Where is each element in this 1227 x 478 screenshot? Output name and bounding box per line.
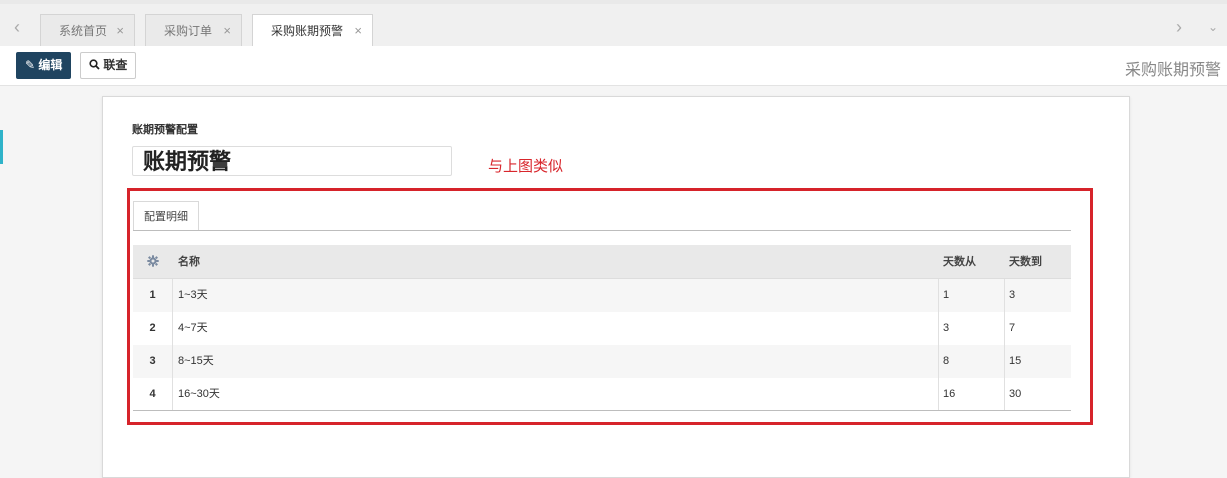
tab-label: 系统首页 <box>59 24 108 38</box>
table-row[interactable]: 3 8~15天 8 15 <box>133 345 1071 378</box>
chevron-right-icon[interactable]: › <box>1176 18 1182 36</box>
tab-label: 采购订单 <box>164 24 213 38</box>
column-header-days-from[interactable]: 天数从 <box>939 245 1005 278</box>
tab-label: 采购账期预警 <box>271 24 344 38</box>
query-button[interactable]: 联查 <box>80 52 137 79</box>
tab-purchase-order[interactable]: 采购订单 × <box>145 14 242 46</box>
edit-button[interactable]: ✎ 编辑 <box>16 52 72 79</box>
query-button-label: 联查 <box>103 58 128 72</box>
cell-days-to[interactable]: 3 <box>1005 279 1071 312</box>
table-row[interactable]: 4 16~30天 16 30 <box>133 378 1071 411</box>
edit-button-label: 编辑 <box>38 58 63 72</box>
column-header-name[interactable]: 名称 <box>173 245 939 278</box>
form-card: 账期预警配置 账期预警 与上图类似 配置明细 名称 天数从 天数到 1 1~3天… <box>102 96 1130 478</box>
close-icon[interactable]: × <box>223 15 231 47</box>
tab-bar: ‹ 系统首页 × 采购订单 × 采购账期预警 × › ⌄ <box>0 0 1227 47</box>
name-field[interactable]: 账期预警 <box>132 146 452 176</box>
cell-days-from[interactable]: 16 <box>939 378 1005 410</box>
close-icon[interactable]: × <box>116 15 124 47</box>
cell-name[interactable]: 16~30天 <box>173 378 939 410</box>
tab-config-detail[interactable]: 配置明细 <box>133 201 199 231</box>
cell-name[interactable]: 1~3天 <box>173 279 939 312</box>
section-label: 账期预警配置 <box>132 124 198 136</box>
cell-days-to[interactable]: 30 <box>1005 378 1071 410</box>
chevron-left-icon[interactable]: ‹ <box>14 18 20 36</box>
row-index: 1 <box>133 279 173 312</box>
cell-days-from[interactable]: 1 <box>939 279 1005 312</box>
annotation-text: 与上图类似 <box>488 158 564 175</box>
page-title: 采购账期预警 <box>1124 62 1221 79</box>
table-header: 名称 天数从 天数到 <box>133 245 1071 279</box>
row-index: 2 <box>133 312 173 345</box>
search-icon <box>89 58 103 72</box>
close-icon[interactable]: × <box>354 15 362 47</box>
edit-icon: ✎ <box>25 58 36 72</box>
cell-days-to[interactable]: 15 <box>1005 345 1071 378</box>
toolbar: ✎ 编辑 联查 采购账期预警 <box>0 46 1227 86</box>
left-edge-marker <box>0 130 3 164</box>
cell-days-to[interactable]: 7 <box>1005 312 1071 345</box>
row-index: 3 <box>133 345 173 378</box>
cell-days-from[interactable]: 3 <box>939 312 1005 345</box>
tab-home[interactable]: 系统首页 × <box>40 14 135 46</box>
cell-name[interactable]: 4~7天 <box>173 312 939 345</box>
chevron-down-icon[interactable]: ⌄ <box>1208 18 1218 36</box>
tab-purchase-period-warning[interactable]: 采购账期预警 × <box>252 14 373 47</box>
cell-days-from[interactable]: 8 <box>939 345 1005 378</box>
cell-name[interactable]: 8~15天 <box>173 345 939 378</box>
top-strip <box>0 0 1227 4</box>
table-row[interactable]: 2 4~7天 3 7 <box>133 312 1071 345</box>
detail-table: 名称 天数从 天数到 1 1~3天 1 3 2 4~7天 3 7 3 8~15天… <box>133 245 1071 411</box>
row-index: 4 <box>133 378 173 410</box>
column-header-days-to[interactable]: 天数到 <box>1005 245 1071 278</box>
divider <box>133 230 1071 231</box>
table-row[interactable]: 1 1~3天 1 3 <box>133 279 1071 312</box>
gear-icon[interactable] <box>133 245 173 278</box>
